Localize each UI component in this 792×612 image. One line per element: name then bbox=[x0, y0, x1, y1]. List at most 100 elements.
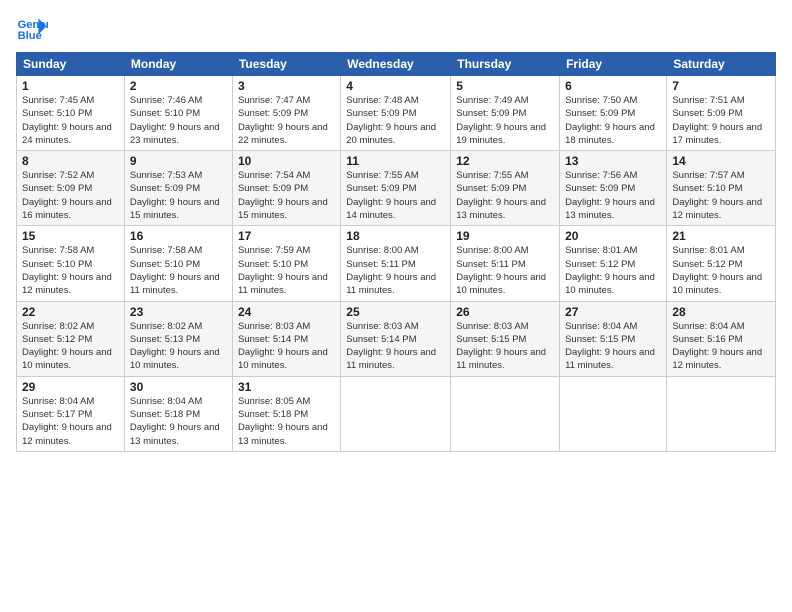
calendar-cell: 16Sunrise: 7:58 AMSunset: 5:10 PMDayligh… bbox=[124, 226, 232, 301]
day-info: Sunrise: 7:46 AMSunset: 5:10 PMDaylight:… bbox=[130, 94, 227, 147]
day-number: 30 bbox=[130, 380, 227, 394]
day-number: 26 bbox=[456, 305, 554, 319]
svg-text:Blue: Blue bbox=[18, 30, 42, 42]
calendar-cell: 20Sunrise: 8:01 AMSunset: 5:12 PMDayligh… bbox=[560, 226, 667, 301]
calendar-cell: 24Sunrise: 8:03 AMSunset: 5:14 PMDayligh… bbox=[232, 301, 340, 376]
calendar-week-2: 8Sunrise: 7:52 AMSunset: 5:09 PMDaylight… bbox=[17, 151, 776, 226]
day-number: 3 bbox=[238, 79, 335, 93]
day-number: 13 bbox=[565, 154, 661, 168]
day-info: Sunrise: 8:01 AMSunset: 5:12 PMDaylight:… bbox=[565, 244, 661, 297]
day-number: 8 bbox=[22, 154, 119, 168]
calendar-cell: 28Sunrise: 8:04 AMSunset: 5:16 PMDayligh… bbox=[667, 301, 776, 376]
day-number: 10 bbox=[238, 154, 335, 168]
day-info: Sunrise: 8:03 AMSunset: 5:14 PMDaylight:… bbox=[238, 320, 335, 373]
day-info: Sunrise: 8:04 AMSunset: 5:16 PMDaylight:… bbox=[672, 320, 770, 373]
day-info: Sunrise: 7:50 AMSunset: 5:09 PMDaylight:… bbox=[565, 94, 661, 147]
calendar-cell bbox=[451, 376, 560, 451]
calendar-cell: 9Sunrise: 7:53 AMSunset: 5:09 PMDaylight… bbox=[124, 151, 232, 226]
day-info: Sunrise: 7:55 AMSunset: 5:09 PMDaylight:… bbox=[346, 169, 445, 222]
day-number: 17 bbox=[238, 229, 335, 243]
day-number: 27 bbox=[565, 305, 661, 319]
day-number: 12 bbox=[456, 154, 554, 168]
day-number: 6 bbox=[565, 79, 661, 93]
calendar-cell: 11Sunrise: 7:55 AMSunset: 5:09 PMDayligh… bbox=[341, 151, 451, 226]
logo-icon: General Blue bbox=[16, 12, 48, 44]
calendar-cell: 29Sunrise: 8:04 AMSunset: 5:17 PMDayligh… bbox=[17, 376, 125, 451]
calendar-cell: 14Sunrise: 7:57 AMSunset: 5:10 PMDayligh… bbox=[667, 151, 776, 226]
weekday-header-tuesday: Tuesday bbox=[232, 53, 340, 76]
calendar-cell: 8Sunrise: 7:52 AMSunset: 5:09 PMDaylight… bbox=[17, 151, 125, 226]
day-info: Sunrise: 7:47 AMSunset: 5:09 PMDaylight:… bbox=[238, 94, 335, 147]
day-info: Sunrise: 8:05 AMSunset: 5:18 PMDaylight:… bbox=[238, 395, 335, 448]
weekday-header-sunday: Sunday bbox=[17, 53, 125, 76]
day-number: 7 bbox=[672, 79, 770, 93]
calendar-cell: 17Sunrise: 7:59 AMSunset: 5:10 PMDayligh… bbox=[232, 226, 340, 301]
calendar-body: 1Sunrise: 7:45 AMSunset: 5:10 PMDaylight… bbox=[17, 76, 776, 452]
logo: General Blue bbox=[16, 12, 52, 44]
weekday-header-monday: Monday bbox=[124, 53, 232, 76]
calendar-week-3: 15Sunrise: 7:58 AMSunset: 5:10 PMDayligh… bbox=[17, 226, 776, 301]
page: General Blue SundayMondayTuesdayWednesda… bbox=[0, 0, 792, 612]
calendar-cell: 13Sunrise: 7:56 AMSunset: 5:09 PMDayligh… bbox=[560, 151, 667, 226]
calendar-cell: 4Sunrise: 7:48 AMSunset: 5:09 PMDaylight… bbox=[341, 76, 451, 151]
day-number: 15 bbox=[22, 229, 119, 243]
calendar-cell: 26Sunrise: 8:03 AMSunset: 5:15 PMDayligh… bbox=[451, 301, 560, 376]
day-info: Sunrise: 7:53 AMSunset: 5:09 PMDaylight:… bbox=[130, 169, 227, 222]
calendar-cell bbox=[341, 376, 451, 451]
calendar-cell bbox=[560, 376, 667, 451]
day-info: Sunrise: 7:56 AMSunset: 5:09 PMDaylight:… bbox=[565, 169, 661, 222]
calendar-cell: 25Sunrise: 8:03 AMSunset: 5:14 PMDayligh… bbox=[341, 301, 451, 376]
day-info: Sunrise: 7:51 AMSunset: 5:09 PMDaylight:… bbox=[672, 94, 770, 147]
calendar-week-4: 22Sunrise: 8:02 AMSunset: 5:12 PMDayligh… bbox=[17, 301, 776, 376]
day-info: Sunrise: 8:02 AMSunset: 5:13 PMDaylight:… bbox=[130, 320, 227, 373]
calendar: SundayMondayTuesdayWednesdayThursdayFrid… bbox=[16, 52, 776, 452]
calendar-cell: 6Sunrise: 7:50 AMSunset: 5:09 PMDaylight… bbox=[560, 76, 667, 151]
day-info: Sunrise: 7:58 AMSunset: 5:10 PMDaylight:… bbox=[130, 244, 227, 297]
day-info: Sunrise: 8:03 AMSunset: 5:14 PMDaylight:… bbox=[346, 320, 445, 373]
day-number: 1 bbox=[22, 79, 119, 93]
calendar-cell: 18Sunrise: 8:00 AMSunset: 5:11 PMDayligh… bbox=[341, 226, 451, 301]
calendar-cell: 21Sunrise: 8:01 AMSunset: 5:12 PMDayligh… bbox=[667, 226, 776, 301]
day-number: 24 bbox=[238, 305, 335, 319]
calendar-cell: 31Sunrise: 8:05 AMSunset: 5:18 PMDayligh… bbox=[232, 376, 340, 451]
day-number: 21 bbox=[672, 229, 770, 243]
calendar-cell: 27Sunrise: 8:04 AMSunset: 5:15 PMDayligh… bbox=[560, 301, 667, 376]
day-info: Sunrise: 7:48 AMSunset: 5:09 PMDaylight:… bbox=[346, 94, 445, 147]
calendar-cell bbox=[667, 376, 776, 451]
calendar-cell: 12Sunrise: 7:55 AMSunset: 5:09 PMDayligh… bbox=[451, 151, 560, 226]
calendar-cell: 7Sunrise: 7:51 AMSunset: 5:09 PMDaylight… bbox=[667, 76, 776, 151]
day-number: 14 bbox=[672, 154, 770, 168]
calendar-cell: 5Sunrise: 7:49 AMSunset: 5:09 PMDaylight… bbox=[451, 76, 560, 151]
day-number: 11 bbox=[346, 154, 445, 168]
calendar-cell: 3Sunrise: 7:47 AMSunset: 5:09 PMDaylight… bbox=[232, 76, 340, 151]
calendar-cell: 2Sunrise: 7:46 AMSunset: 5:10 PMDaylight… bbox=[124, 76, 232, 151]
calendar-cell: 15Sunrise: 7:58 AMSunset: 5:10 PMDayligh… bbox=[17, 226, 125, 301]
day-info: Sunrise: 8:04 AMSunset: 5:18 PMDaylight:… bbox=[130, 395, 227, 448]
day-info: Sunrise: 8:02 AMSunset: 5:12 PMDaylight:… bbox=[22, 320, 119, 373]
calendar-cell: 23Sunrise: 8:02 AMSunset: 5:13 PMDayligh… bbox=[124, 301, 232, 376]
day-info: Sunrise: 7:45 AMSunset: 5:10 PMDaylight:… bbox=[22, 94, 119, 147]
day-number: 22 bbox=[22, 305, 119, 319]
day-number: 20 bbox=[565, 229, 661, 243]
day-info: Sunrise: 7:52 AMSunset: 5:09 PMDaylight:… bbox=[22, 169, 119, 222]
weekday-header-wednesday: Wednesday bbox=[341, 53, 451, 76]
day-number: 16 bbox=[130, 229, 227, 243]
calendar-cell: 10Sunrise: 7:54 AMSunset: 5:09 PMDayligh… bbox=[232, 151, 340, 226]
header: General Blue bbox=[16, 12, 776, 44]
day-info: Sunrise: 7:57 AMSunset: 5:10 PMDaylight:… bbox=[672, 169, 770, 222]
day-number: 9 bbox=[130, 154, 227, 168]
calendar-cell: 22Sunrise: 8:02 AMSunset: 5:12 PMDayligh… bbox=[17, 301, 125, 376]
calendar-week-1: 1Sunrise: 7:45 AMSunset: 5:10 PMDaylight… bbox=[17, 76, 776, 151]
day-info: Sunrise: 7:49 AMSunset: 5:09 PMDaylight:… bbox=[456, 94, 554, 147]
day-info: Sunrise: 7:55 AMSunset: 5:09 PMDaylight:… bbox=[456, 169, 554, 222]
day-info: Sunrise: 8:04 AMSunset: 5:15 PMDaylight:… bbox=[565, 320, 661, 373]
day-number: 31 bbox=[238, 380, 335, 394]
day-number: 25 bbox=[346, 305, 445, 319]
calendar-cell: 1Sunrise: 7:45 AMSunset: 5:10 PMDaylight… bbox=[17, 76, 125, 151]
day-number: 5 bbox=[456, 79, 554, 93]
day-number: 4 bbox=[346, 79, 445, 93]
calendar-cell: 30Sunrise: 8:04 AMSunset: 5:18 PMDayligh… bbox=[124, 376, 232, 451]
day-info: Sunrise: 7:59 AMSunset: 5:10 PMDaylight:… bbox=[238, 244, 335, 297]
day-info: Sunrise: 7:58 AMSunset: 5:10 PMDaylight:… bbox=[22, 244, 119, 297]
calendar-week-5: 29Sunrise: 8:04 AMSunset: 5:17 PMDayligh… bbox=[17, 376, 776, 451]
